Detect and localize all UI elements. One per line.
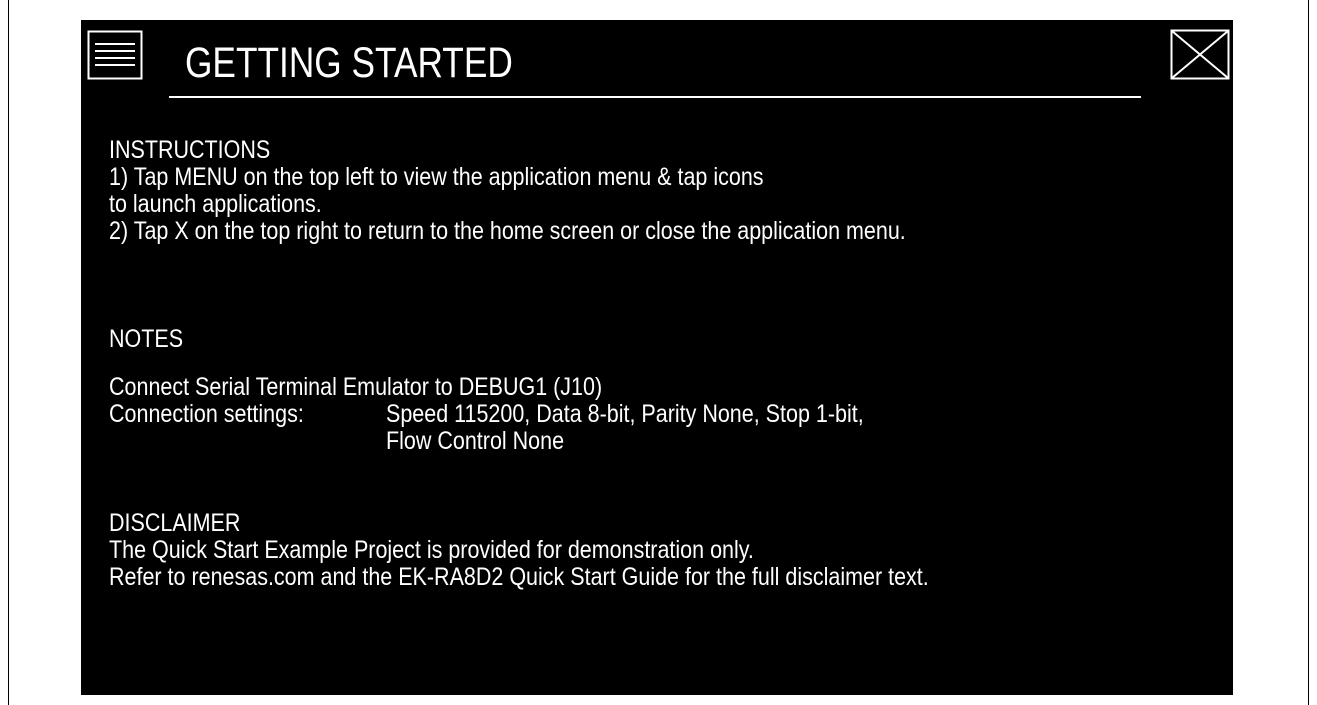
connection-settings-value-1: Speed 115200, Data 8-bit, Parity None, S… — [386, 400, 864, 428]
notes-line-1: Connect Serial Terminal Emulator to DEBU… — [109, 373, 603, 401]
notes-heading: NOTES — [109, 325, 184, 353]
instructions-heading: INSTRUCTIONS — [109, 136, 271, 164]
menu-button[interactable] — [87, 30, 143, 80]
page-title: GETTING STARTED — [185, 39, 513, 87]
close-button[interactable] — [1170, 29, 1230, 80]
instructions-line-2: to launch applications. — [109, 190, 322, 218]
title-underline — [169, 96, 1141, 98]
disclaimer-line-1: The Quick Start Example Project is provi… — [109, 536, 754, 564]
disclaimer-heading: DISCLAIMER — [109, 509, 241, 537]
getting-started-screen: GETTING STARTED INSTRUCTIONS 1) Tap MENU… — [81, 20, 1233, 695]
instructions-line-3: 2) Tap X on the top right to return to t… — [109, 217, 906, 245]
menu-icon — [87, 30, 143, 80]
close-icon — [1170, 29, 1230, 80]
instructions-line-1: 1) Tap MENU on the top left to view the … — [109, 163, 764, 191]
disclaimer-line-2: Refer to renesas.com and the EK-RA8D2 Qu… — [109, 563, 929, 591]
connection-settings-value-2: Flow Control None — [386, 427, 565, 455]
connection-settings-label: Connection settings: — [109, 400, 304, 428]
